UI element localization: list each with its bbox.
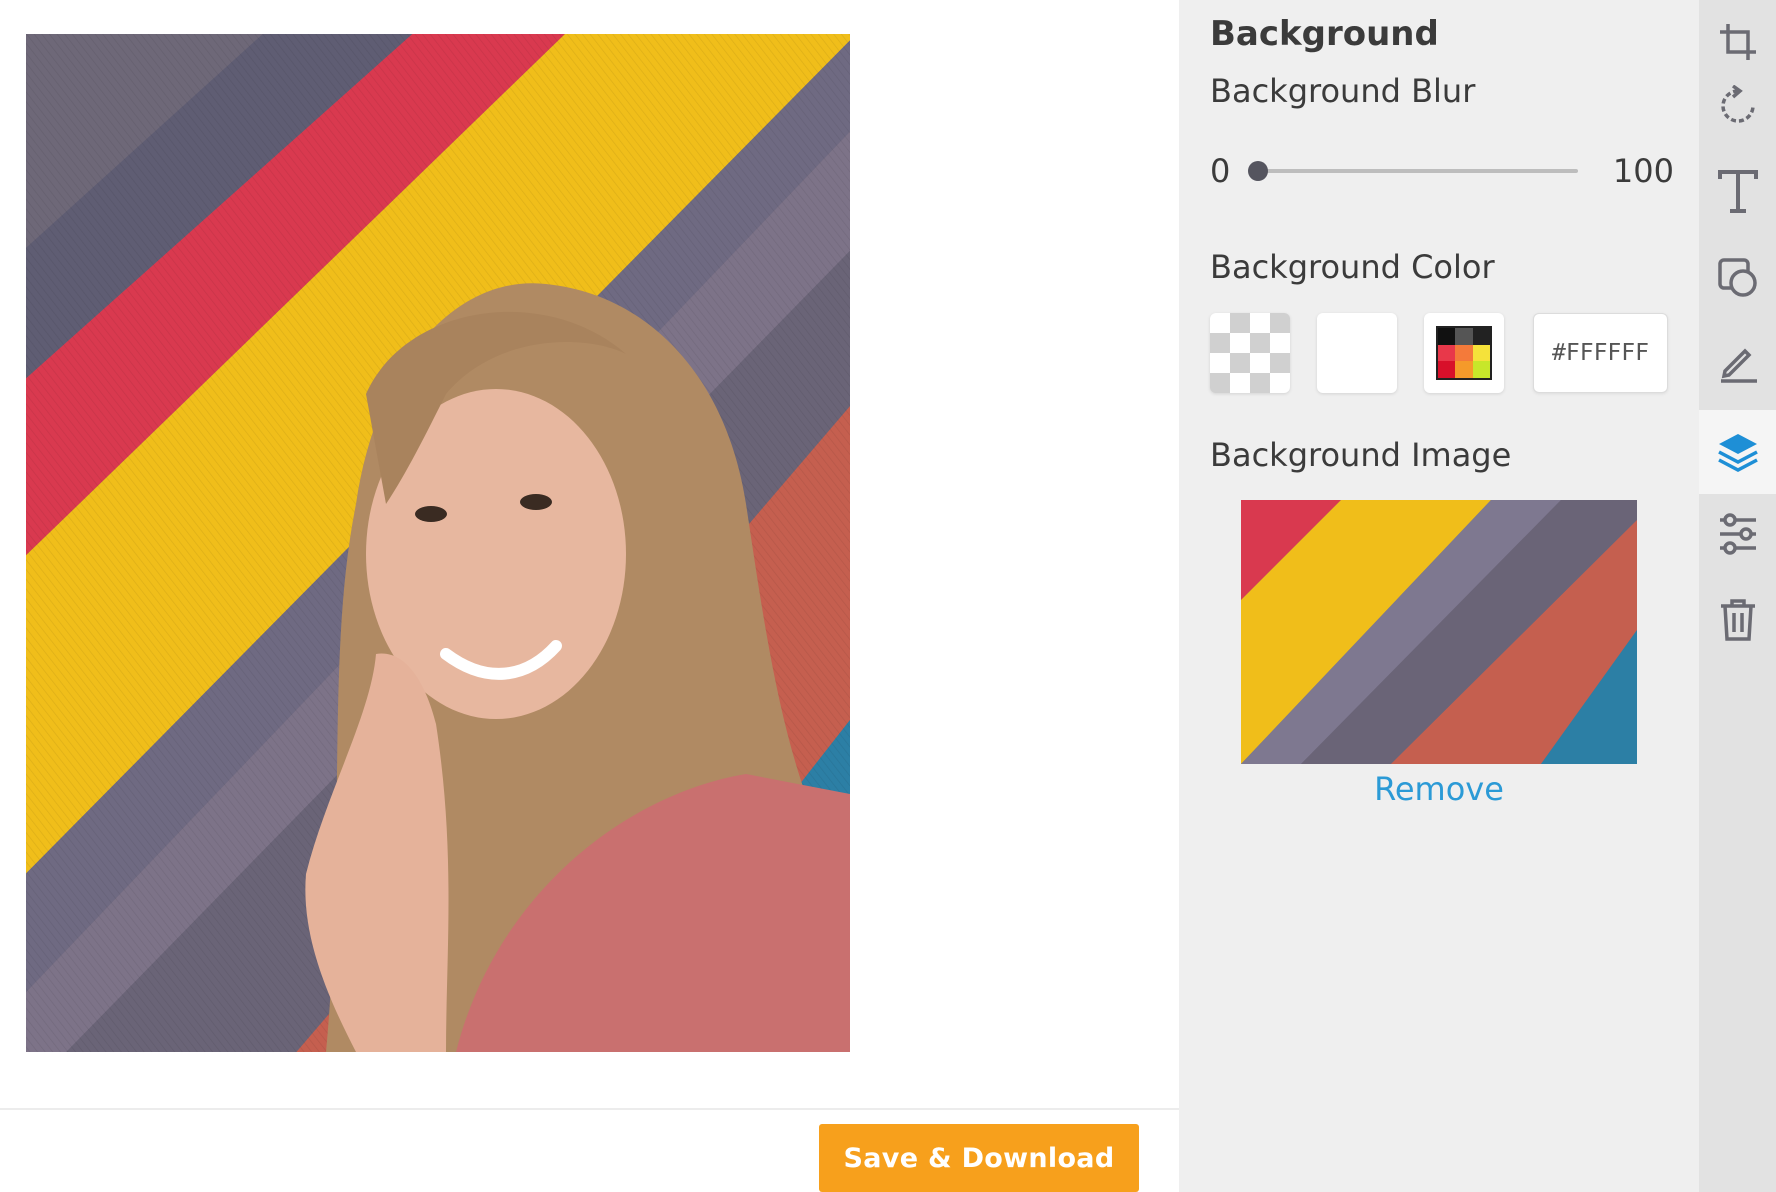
rotate-icon: [1720, 85, 1755, 123]
blur-min-label: 0: [1210, 152, 1231, 190]
tool-rotate[interactable]: [1699, 64, 1776, 148]
text-icon: [1717, 170, 1758, 213]
adjust-icon: [1719, 513, 1756, 555]
canvas-footer: Save & Download: [0, 1108, 1179, 1192]
background-image-graphic: [1241, 500, 1637, 764]
tool-layers[interactable]: [1699, 410, 1776, 494]
transparent-swatch[interactable]: [1210, 313, 1290, 393]
trash-icon: [1720, 599, 1755, 641]
blur-slider[interactable]: 0 100: [1210, 150, 1674, 194]
tool-rail: [1699, 0, 1776, 1192]
blur-slider-track[interactable]: [1248, 161, 1578, 181]
photo-graphic: [26, 34, 850, 1052]
edited-photo[interactable]: [26, 34, 850, 1052]
blur-max-label: 100: [1612, 152, 1674, 190]
tool-draw[interactable]: [1699, 320, 1776, 404]
tool-shapes[interactable]: [1699, 236, 1776, 320]
blur-slider-thumb[interactable]: [1248, 161, 1268, 181]
save-download-button[interactable]: Save & Download: [819, 1124, 1139, 1192]
remove-background-image-link[interactable]: Remove: [1241, 770, 1637, 808]
tool-delete[interactable]: [1699, 578, 1776, 662]
layers-icon: [1717, 434, 1758, 472]
tool-text[interactable]: [1699, 150, 1776, 234]
color-picker-swatch[interactable]: [1424, 313, 1504, 393]
shapes-icon: [1717, 258, 1757, 297]
hex-color-input[interactable]: [1533, 313, 1668, 393]
crop-icon: [1719, 24, 1756, 60]
background-blur-label: Background Blur: [1210, 72, 1476, 110]
background-image-thumbnail[interactable]: [1241, 500, 1637, 764]
background-image-label: Background Image: [1210, 436, 1512, 474]
color-picker-icon: [1436, 326, 1492, 380]
tool-adjust[interactable]: [1699, 492, 1776, 576]
white-swatch[interactable]: [1317, 313, 1397, 393]
panel-title: Background: [1210, 14, 1439, 54]
background-color-label: Background Color: [1210, 248, 1495, 286]
draw-icon: [1720, 348, 1757, 383]
editor-canvas: Save & Download: [0, 0, 1179, 1192]
background-panel: Background Background Blur 0 100 Backgro…: [1179, 0, 1699, 1192]
